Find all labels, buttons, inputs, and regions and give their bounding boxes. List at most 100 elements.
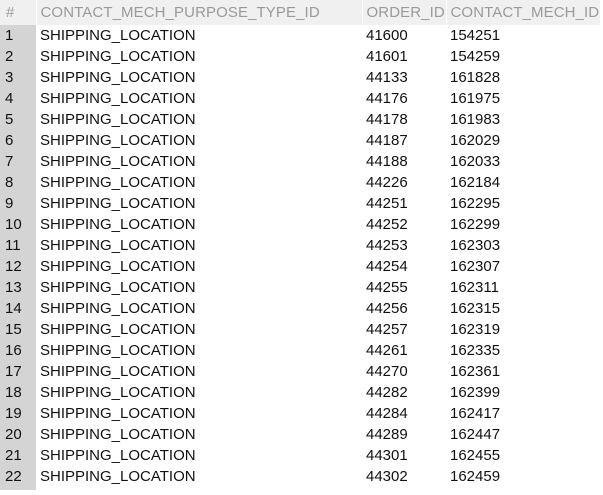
table-row[interactable]: 22 SHIPPING_LOCATION 44302 162459 <box>0 466 600 487</box>
order-id-cell[interactable]: 41600 <box>362 25 446 46</box>
table-row[interactable]: 11 SHIPPING_LOCATION 44253 162303 <box>0 235 600 256</box>
table-row[interactable]: 18 SHIPPING_LOCATION 44282 162399 <box>0 382 600 403</box>
row-number-cell[interactable]: 16 <box>0 340 36 361</box>
contact-mech-purpose-type-id-cell[interactable]: SHIPPING_LOCATION <box>36 319 362 340</box>
order-id-cell[interactable]: 44253 <box>362 235 446 256</box>
row-number-cell[interactable]: 6 <box>0 130 36 151</box>
row-number-cell[interactable]: 20 <box>0 424 36 445</box>
table-row[interactable]: 13 SHIPPING_LOCATION 44255 162311 <box>0 277 600 298</box>
contact-mech-id-cell[interactable]: 162459 <box>446 466 600 487</box>
row-number-cell[interactable]: 21 <box>0 445 36 466</box>
order-id-cell[interactable]: 44251 <box>362 193 446 214</box>
table-row[interactable]: 8 SHIPPING_LOCATION 44226 162184 <box>0 172 600 193</box>
contact-mech-id-cell[interactable]: 161975 <box>446 88 600 109</box>
column-header-contact-mech-id[interactable]: CONTACT_MECH_ID <box>446 0 601 25</box>
column-header-order-id[interactable]: ORDER_ID <box>362 0 447 25</box>
table-row[interactable]: 10 SHIPPING_LOCATION 44252 162299 <box>0 214 600 235</box>
contact-mech-id-cell[interactable]: 161828 <box>446 67 600 88</box>
contact-mech-purpose-type-id-cell[interactable]: SHIPPING_LOCATION <box>36 466 362 487</box>
table-row[interactable]: 1 SHIPPING_LOCATION 41600 154251 <box>0 25 600 46</box>
row-number-cell[interactable]: 1 <box>0 25 36 46</box>
contact-mech-purpose-type-id-cell[interactable]: SHIPPING_LOCATION <box>36 382 362 403</box>
order-id-cell[interactable]: 44282 <box>362 382 446 403</box>
contact-mech-id-cell[interactable]: 154259 <box>446 46 600 67</box>
contact-mech-purpose-type-id-cell[interactable]: SHIPPING_LOCATION <box>36 361 362 382</box>
row-number-cell[interactable]: 13 <box>0 277 36 298</box>
order-id-cell[interactable]: 44252 <box>362 214 446 235</box>
table-row[interactable]: 12 SHIPPING_LOCATION 44254 162307 <box>0 256 600 277</box>
table-row[interactable]: 9 SHIPPING_LOCATION 44251 162295 <box>0 193 600 214</box>
order-id-cell[interactable]: 44289 <box>362 424 446 445</box>
order-id-cell[interactable]: 44176 <box>362 88 446 109</box>
contact-mech-id-cell[interactable]: 162311 <box>446 277 600 298</box>
row-number-cell[interactable]: 2 <box>0 46 36 67</box>
contact-mech-id-cell[interactable]: 162033 <box>446 151 600 172</box>
contact-mech-purpose-type-id-cell[interactable]: SHIPPING_LOCATION <box>36 172 362 193</box>
row-number-cell[interactable]: 10 <box>0 214 36 235</box>
contact-mech-purpose-type-id-cell[interactable]: SHIPPING_LOCATION <box>36 46 362 67</box>
contact-mech-purpose-type-id-cell[interactable]: SHIPPING_LOCATION <box>36 235 362 256</box>
row-number-cell[interactable]: 19 <box>0 403 36 424</box>
row-number-cell[interactable]: 12 <box>0 256 36 277</box>
row-number-cell[interactable]: 8 <box>0 172 36 193</box>
column-header-contact-mech-purpose-type-id[interactable]: CONTACT_MECH_PURPOSE_TYPE_ID <box>36 0 363 25</box>
row-number-cell[interactable]: 14 <box>0 298 36 319</box>
column-header-row-number[interactable]: # <box>0 0 37 25</box>
contact-mech-purpose-type-id-cell[interactable]: SHIPPING_LOCATION <box>36 256 362 277</box>
row-number-cell[interactable]: 17 <box>0 361 36 382</box>
contact-mech-purpose-type-id-cell[interactable]: SHIPPING_LOCATION <box>36 403 362 424</box>
contact-mech-purpose-type-id-cell[interactable]: SHIPPING_LOCATION <box>36 214 362 235</box>
contact-mech-id-cell[interactable]: 162184 <box>446 172 600 193</box>
contact-mech-id-cell[interactable]: 162417 <box>446 403 600 424</box>
table-row[interactable]: 14 SHIPPING_LOCATION 44256 162315 <box>0 298 600 319</box>
contact-mech-id-cell[interactable]: 162361 <box>446 361 600 382</box>
row-number-cell[interactable]: 18 <box>0 382 36 403</box>
contact-mech-id-cell[interactable]: 162029 <box>446 130 600 151</box>
table-row[interactable]: 19 SHIPPING_LOCATION 44284 162417 <box>0 403 600 424</box>
contact-mech-id-cell[interactable]: 162307 <box>446 256 600 277</box>
row-number-cell[interactable]: 5 <box>0 109 36 130</box>
contact-mech-purpose-type-id-cell[interactable]: SHIPPING_LOCATION <box>36 298 362 319</box>
contact-mech-id-cell[interactable]: 162335 <box>446 340 600 361</box>
contact-mech-id-cell[interactable]: 154251 <box>446 25 600 46</box>
table-row[interactable]: 3 SHIPPING_LOCATION 44133 161828 <box>0 67 600 88</box>
contact-mech-purpose-type-id-cell[interactable]: SHIPPING_LOCATION <box>36 424 362 445</box>
order-id-cell[interactable]: 44254 <box>362 256 446 277</box>
contact-mech-id-cell[interactable]: 162399 <box>446 382 600 403</box>
order-id-cell[interactable]: 44261 <box>362 340 446 361</box>
table-row[interactable]: 21 SHIPPING_LOCATION 44301 162455 <box>0 445 600 466</box>
row-number-cell[interactable]: 22 <box>0 466 36 487</box>
contact-mech-purpose-type-id-cell[interactable]: SHIPPING_LOCATION <box>36 340 362 361</box>
contact-mech-id-cell[interactable]: 162315 <box>446 298 600 319</box>
table-row[interactable]: 20 SHIPPING_LOCATION 44289 162447 <box>0 424 600 445</box>
table-row[interactable]: 17 SHIPPING_LOCATION 44270 162361 <box>0 361 600 382</box>
contact-mech-purpose-type-id-cell[interactable]: SHIPPING_LOCATION <box>36 445 362 466</box>
table-row[interactable]: 4 SHIPPING_LOCATION 44176 161975 <box>0 88 600 109</box>
order-id-cell[interactable]: 44302 <box>362 466 446 487</box>
order-id-cell[interactable]: 44257 <box>362 319 446 340</box>
contact-mech-id-cell[interactable]: 162303 <box>446 235 600 256</box>
order-id-cell[interactable]: 41601 <box>362 46 446 67</box>
contact-mech-purpose-type-id-cell[interactable]: SHIPPING_LOCATION <box>36 193 362 214</box>
contact-mech-purpose-type-id-cell[interactable]: SHIPPING_LOCATION <box>36 151 362 172</box>
contact-mech-id-cell[interactable]: 162295 <box>446 193 600 214</box>
contact-mech-id-cell[interactable]: 162319 <box>446 319 600 340</box>
contact-mech-purpose-type-id-cell[interactable]: SHIPPING_LOCATION <box>36 88 362 109</box>
order-id-cell[interactable]: 44187 <box>362 130 446 151</box>
table-row[interactable]: 6 SHIPPING_LOCATION 44187 162029 <box>0 130 600 151</box>
order-id-cell[interactable]: 44226 <box>362 172 446 193</box>
order-id-cell[interactable]: 44255 <box>362 277 446 298</box>
order-id-cell[interactable]: 44270 <box>362 361 446 382</box>
order-id-cell[interactable]: 44133 <box>362 67 446 88</box>
contact-mech-id-cell[interactable]: 161983 <box>446 109 600 130</box>
order-id-cell[interactable]: 44301 <box>362 445 446 466</box>
order-id-cell[interactable]: 44178 <box>362 109 446 130</box>
contact-mech-id-cell[interactable]: 162299 <box>446 214 600 235</box>
table-row[interactable]: 16 SHIPPING_LOCATION 44261 162335 <box>0 340 600 361</box>
contact-mech-purpose-type-id-cell[interactable]: SHIPPING_LOCATION <box>36 67 362 88</box>
row-number-cell[interactable]: 3 <box>0 67 36 88</box>
row-number-cell[interactable]: 4 <box>0 88 36 109</box>
contact-mech-purpose-type-id-cell[interactable]: SHIPPING_LOCATION <box>36 25 362 46</box>
row-number-cell[interactable]: 9 <box>0 193 36 214</box>
order-id-cell[interactable]: 44284 <box>362 403 446 424</box>
